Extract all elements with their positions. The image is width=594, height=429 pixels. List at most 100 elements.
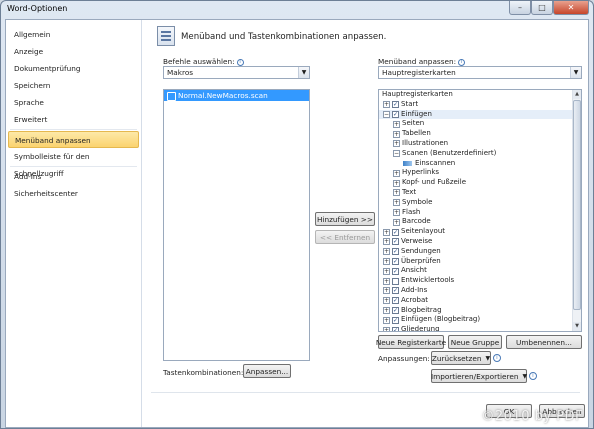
tree-item[interactable]: + ✓ Blogbeitrag bbox=[379, 306, 581, 316]
scan-command-icon bbox=[403, 160, 412, 166]
expand-icon[interactable]: + bbox=[383, 326, 390, 331]
ribbon-tabs-tree[interactable]: Hauptregisterkarten + ✓ Start − ✓ Einfügen + Se… bbox=[378, 89, 582, 332]
tree-item[interactable]: + ✓ Sendungen bbox=[379, 247, 581, 257]
tab-checkbox[interactable]: ✓ bbox=[392, 228, 399, 236]
word-options-dialog: Word-Optionen – □ ✕ Allgemein Anzeige Doku… bbox=[0, 0, 594, 429]
tab-checkbox[interactable]: ✓ bbox=[392, 306, 399, 314]
expand-icon[interactable]: + bbox=[383, 257, 390, 265]
new-group-button[interactable]: Neue Gruppe bbox=[448, 335, 502, 349]
tree-item[interactable]: + Kopf- und Fußzeile bbox=[379, 178, 581, 188]
tree-item[interactable]: − ✓ Einfügen bbox=[379, 109, 581, 120]
collapse-icon[interactable]: − bbox=[393, 150, 400, 158]
tree-item[interactable]: + Flash bbox=[379, 208, 581, 218]
tree-item[interactable]: + ✓ Add-Ins bbox=[379, 286, 581, 296]
tree-item[interactable]: + ✓ Start bbox=[379, 100, 581, 110]
expand-icon[interactable]: + bbox=[383, 267, 390, 275]
tree-item[interactable]: + ✓ Seitenlayout bbox=[379, 227, 581, 237]
dropdown-arrow-icon: ▼ bbox=[485, 354, 491, 362]
import-export-button[interactable]: Importieren/Exportieren ▼ bbox=[431, 369, 527, 383]
tree-item[interactable]: + ✓ Einfügen (Blogbeitrag) bbox=[379, 315, 581, 325]
expand-icon[interactable]: + bbox=[393, 189, 400, 197]
tab-checkbox[interactable]: ✓ bbox=[392, 248, 399, 256]
maximize-button[interactable]: □ bbox=[531, 1, 553, 15]
expand-icon[interactable]: + bbox=[383, 248, 390, 256]
nav-item[interactable]: Speichern bbox=[6, 77, 141, 94]
nav-item[interactable]: Sicherheitscenter bbox=[6, 185, 141, 202]
tab-checkbox[interactable]: ✓ bbox=[392, 287, 399, 295]
list-item[interactable]: Normal.NewMacros.scan bbox=[164, 90, 309, 101]
expand-icon[interactable]: + bbox=[383, 277, 390, 285]
new-tab-button[interactable]: Neue Registerkarte bbox=[376, 335, 446, 349]
tree-item[interactable]: + Tabellen bbox=[379, 129, 581, 139]
tab-checkbox[interactable]: ✓ bbox=[392, 110, 399, 118]
scroll-up-icon[interactable]: ▲ bbox=[573, 90, 581, 99]
expand-icon[interactable]: + bbox=[383, 238, 390, 246]
tree-item[interactable]: + Barcode bbox=[379, 217, 581, 227]
tab-checkbox[interactable]: ✓ bbox=[392, 238, 399, 246]
tree-item-label: Einscannen bbox=[415, 158, 456, 167]
tab-checkbox[interactable]: ✓ bbox=[392, 101, 399, 109]
expand-icon[interactable]: + bbox=[393, 199, 400, 207]
remove-button[interactable]: << Entfernen bbox=[315, 230, 375, 244]
close-button[interactable]: ✕ bbox=[553, 1, 589, 15]
nav-item[interactable]: Menüband anpassen bbox=[8, 131, 139, 148]
tree-item[interactable]: + ✓ Überprüfen bbox=[379, 257, 581, 267]
tree-item[interactable]: + Seiten bbox=[379, 119, 581, 129]
tab-checkbox[interactable]: ✓ bbox=[392, 326, 399, 331]
expand-icon[interactable]: + bbox=[393, 120, 400, 128]
window-title: Word-Optionen bbox=[7, 4, 68, 13]
tree-scrollbar[interactable]: ▲ ▼ bbox=[572, 90, 581, 331]
expand-icon[interactable]: + bbox=[383, 287, 390, 295]
reset-button[interactable]: Zurücksetzen ▼ bbox=[431, 351, 491, 365]
tree-item[interactable]: − Scanen (Benutzerdefiniert) bbox=[379, 149, 581, 159]
nav-item[interactable]: Erweitert bbox=[6, 111, 141, 128]
expand-icon[interactable]: + bbox=[383, 101, 390, 109]
expand-icon[interactable]: + bbox=[383, 316, 390, 324]
tree-item-label: Seitenlayout bbox=[401, 227, 446, 236]
tree-item[interactable]: + ✓ Ansicht bbox=[379, 266, 581, 276]
minimize-button[interactable]: – bbox=[509, 1, 531, 15]
choose-commands-text: Befehle auswählen: bbox=[163, 57, 235, 66]
tree-item[interactable]: + Illustrationen bbox=[379, 139, 581, 149]
footer-divider bbox=[151, 392, 580, 393]
expand-icon[interactable]: + bbox=[383, 306, 390, 314]
rename-button[interactable]: Umbenennen... bbox=[506, 335, 582, 349]
tree-item[interactable]: + ✓ Acrobat bbox=[379, 296, 581, 306]
tab-checkbox[interactable]: ✓ bbox=[392, 257, 399, 265]
nav-item[interactable]: Anzeige bbox=[6, 43, 141, 60]
tree-item[interactable]: Einscannen bbox=[379, 159, 581, 169]
scroll-down-icon[interactable]: ▼ bbox=[573, 322, 581, 331]
tree-item[interactable]: + ✓ Verweise bbox=[379, 237, 581, 247]
nav-item[interactable]: Symbolleiste für den Schnellzugriff bbox=[6, 148, 141, 178]
nav-item[interactable]: Add-Ins bbox=[6, 168, 141, 185]
tree-item[interactable]: + Hyperlinks bbox=[379, 168, 581, 178]
expand-icon[interactable]: + bbox=[393, 130, 400, 138]
tree-item[interactable]: + Symbole bbox=[379, 198, 581, 208]
expand-icon[interactable]: + bbox=[393, 179, 400, 187]
tab-checkbox[interactable]: ✓ bbox=[392, 316, 399, 324]
commands-list[interactable]: Normal.NewMacros.scan bbox=[163, 89, 310, 361]
choose-commands-label: Befehle auswählen: i bbox=[163, 57, 244, 66]
tab-checkbox[interactable]: ✓ bbox=[392, 297, 399, 305]
expand-icon[interactable]: + bbox=[393, 140, 400, 148]
expand-icon[interactable]: + bbox=[393, 218, 400, 226]
nav-item[interactable]: Dokumentprüfung bbox=[6, 60, 141, 77]
add-button[interactable]: Hinzufügen >> bbox=[315, 212, 375, 226]
expand-icon[interactable]: + bbox=[383, 228, 390, 236]
customize-ribbon-combo[interactable]: Hauptregisterkarten ▼ bbox=[378, 66, 582, 79]
expand-icon[interactable]: + bbox=[393, 208, 400, 216]
nav-item[interactable]: Sprache bbox=[6, 94, 141, 111]
nav-item[interactable]: Allgemein bbox=[6, 26, 141, 43]
tab-checkbox[interactable]: ✓ bbox=[392, 267, 399, 275]
choose-commands-combo[interactable]: Makros ▼ bbox=[163, 66, 310, 79]
tab-checkbox[interactable] bbox=[392, 277, 399, 285]
scroll-thumb[interactable] bbox=[573, 100, 581, 310]
reset-button-label: Zurücksetzen bbox=[431, 353, 482, 363]
collapse-icon[interactable]: − bbox=[383, 110, 390, 118]
tree-item[interactable]: + ✓ Gliederung bbox=[379, 325, 581, 331]
customize-shortcuts-button[interactable]: Anpassen... bbox=[243, 364, 291, 378]
expand-icon[interactable]: + bbox=[383, 297, 390, 305]
expand-icon[interactable]: + bbox=[393, 169, 400, 177]
tree-item[interactable]: + Text bbox=[379, 188, 581, 198]
tree-item[interactable]: + Entwicklertools bbox=[379, 276, 581, 286]
